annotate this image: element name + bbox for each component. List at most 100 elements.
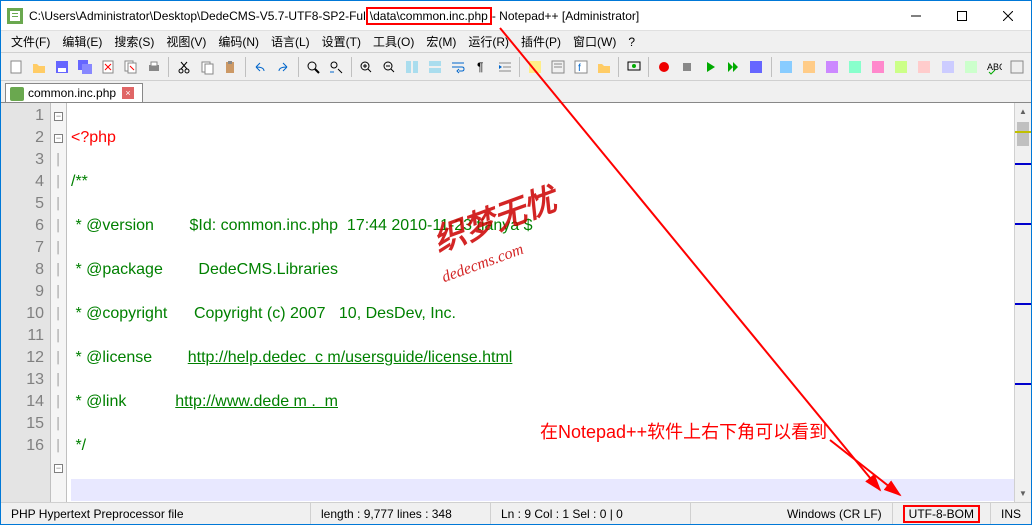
- scroll-up-icon[interactable]: ▲: [1015, 103, 1031, 120]
- status-eol[interactable]: Windows (CR LF): [777, 503, 893, 524]
- fold-icon[interactable]: −: [54, 112, 63, 121]
- code-comment: * @version: [71, 217, 190, 234]
- line-num: 1: [1, 105, 44, 127]
- status-encoding[interactable]: UTF-8-BOM: [893, 503, 991, 524]
- menu-edit[interactable]: 编辑(E): [56, 31, 108, 52]
- vertical-scrollbar[interactable]: ▲ ▼: [1014, 103, 1031, 502]
- titlebar: C:\Users\Administrator\Desktop\DedeCMS-V…: [1, 1, 1031, 31]
- code-content[interactable]: <?php /** * @version $Id: common.inc.php…: [67, 103, 1031, 502]
- tab-close-icon[interactable]: ×: [122, 87, 134, 99]
- tb8-icon[interactable]: [937, 56, 958, 78]
- tb11-icon[interactable]: [1006, 56, 1027, 78]
- menu-language[interactable]: 语言(L): [265, 31, 316, 52]
- tb7-icon[interactable]: [914, 56, 935, 78]
- code-link[interactable]: http://help.dedec c m/usersguide/license…: [188, 349, 513, 366]
- code-comment: * @license: [71, 349, 188, 366]
- fold-column[interactable]: − − ││││││││││││││−: [51, 103, 67, 502]
- menu-macro[interactable]: 宏(M): [420, 31, 462, 52]
- tab-common-inc-php[interactable]: common.inc.php ×: [5, 83, 143, 102]
- replace-icon[interactable]: [326, 56, 347, 78]
- indent-icon[interactable]: [494, 56, 515, 78]
- undo-icon[interactable]: [250, 56, 271, 78]
- menu-window[interactable]: 窗口(W): [567, 31, 622, 52]
- code-comment: * @package DedeCMS.Libraries: [71, 261, 338, 278]
- scroll-mark: [1015, 163, 1031, 165]
- code-link[interactable]: http://www.dede m . m: [175, 393, 338, 410]
- play-icon[interactable]: [699, 56, 720, 78]
- monitor-icon[interactable]: [623, 56, 644, 78]
- minimize-button[interactable]: [893, 1, 939, 31]
- menu-view[interactable]: 视图(V): [160, 31, 212, 52]
- sync-v-icon[interactable]: [402, 56, 423, 78]
- line-num: 7: [1, 237, 44, 259]
- separator: [771, 57, 772, 77]
- stop-icon[interactable]: [676, 56, 697, 78]
- status-length: length : 9,777 lines : 348: [311, 503, 491, 524]
- func-list-icon[interactable]: f: [570, 56, 591, 78]
- toolbar: ¶ f ABC: [1, 53, 1031, 81]
- menu-tools[interactable]: 工具(O): [367, 31, 420, 52]
- zoomout-icon[interactable]: [379, 56, 400, 78]
- menu-settings[interactable]: 设置(T): [316, 31, 367, 52]
- scroll-mark: [1015, 131, 1031, 133]
- code-comment: * @link: [71, 393, 175, 410]
- closeall-icon[interactable]: [120, 56, 141, 78]
- closefile-icon[interactable]: [97, 56, 118, 78]
- save-icon[interactable]: [51, 56, 72, 78]
- folder-icon[interactable]: [593, 56, 614, 78]
- spellcheck-icon[interactable]: ABC: [983, 56, 1004, 78]
- fold-icon[interactable]: −: [54, 464, 63, 473]
- line-num: 4: [1, 171, 44, 193]
- menu-encoding[interactable]: 编码(N): [212, 31, 265, 52]
- redo-icon[interactable]: [273, 56, 294, 78]
- tb2-icon[interactable]: [799, 56, 820, 78]
- new-icon[interactable]: [5, 56, 26, 78]
- status-insert[interactable]: INS: [991, 503, 1031, 524]
- savemacro-icon[interactable]: [746, 56, 767, 78]
- line-num: 16: [1, 435, 44, 457]
- window-title: C:\Users\Administrator\Desktop\DedeCMS-V…: [29, 7, 893, 25]
- zoomin-icon[interactable]: [356, 56, 377, 78]
- code-comment: 17:44 2010-11-23 tianya $: [342, 217, 532, 234]
- editor[interactable]: 1 2 3 4 5 6 7 8 9 10 11 12 13 14 15 16 −…: [1, 103, 1031, 502]
- print-icon[interactable]: [143, 56, 164, 78]
- copy-icon[interactable]: [196, 56, 217, 78]
- tb5-icon[interactable]: [868, 56, 889, 78]
- tab-label: common.inc.php: [28, 86, 116, 100]
- allchars-icon[interactable]: ¶: [471, 56, 492, 78]
- scroll-mark: [1015, 383, 1031, 385]
- line-num: 8: [1, 259, 44, 281]
- tb6-icon[interactable]: [891, 56, 912, 78]
- menu-help[interactable]: ?: [622, 33, 641, 51]
- fold-icon[interactable]: −: [54, 134, 63, 143]
- close-button[interactable]: [985, 1, 1031, 31]
- sync-h-icon[interactable]: [425, 56, 446, 78]
- line-num: 3: [1, 149, 44, 171]
- paste-icon[interactable]: [220, 56, 241, 78]
- tb4-icon[interactable]: [845, 56, 866, 78]
- tabbar: common.inc.php ×: [1, 81, 1031, 103]
- saveall-icon[interactable]: [74, 56, 95, 78]
- find-icon[interactable]: [303, 56, 324, 78]
- separator: [648, 57, 649, 77]
- menu-run[interactable]: 运行(R): [462, 31, 515, 52]
- maximize-button[interactable]: [939, 1, 985, 31]
- playff-icon[interactable]: [722, 56, 743, 78]
- lang-icon[interactable]: [524, 56, 545, 78]
- menu-file[interactable]: 文件(F): [5, 31, 56, 52]
- scroll-down-icon[interactable]: ▼: [1015, 485, 1031, 502]
- record-icon[interactable]: [653, 56, 674, 78]
- wrap-icon[interactable]: [448, 56, 469, 78]
- cut-icon[interactable]: [173, 56, 194, 78]
- app-icon: [7, 8, 23, 24]
- tb9-icon[interactable]: [960, 56, 981, 78]
- statusbar: PHP Hypertext Preprocessor file length :…: [1, 502, 1031, 524]
- doc-map-icon[interactable]: [547, 56, 568, 78]
- scroll-thumb[interactable]: [1017, 122, 1029, 146]
- menu-search[interactable]: 搜索(S): [108, 31, 160, 52]
- open-icon[interactable]: [28, 56, 49, 78]
- menu-plugins[interactable]: 插件(P): [515, 31, 567, 52]
- tb1-icon[interactable]: [776, 56, 797, 78]
- tb3-icon[interactable]: [822, 56, 843, 78]
- status-position: Ln : 9 Col : 1 Sel : 0 | 0: [491, 503, 691, 524]
